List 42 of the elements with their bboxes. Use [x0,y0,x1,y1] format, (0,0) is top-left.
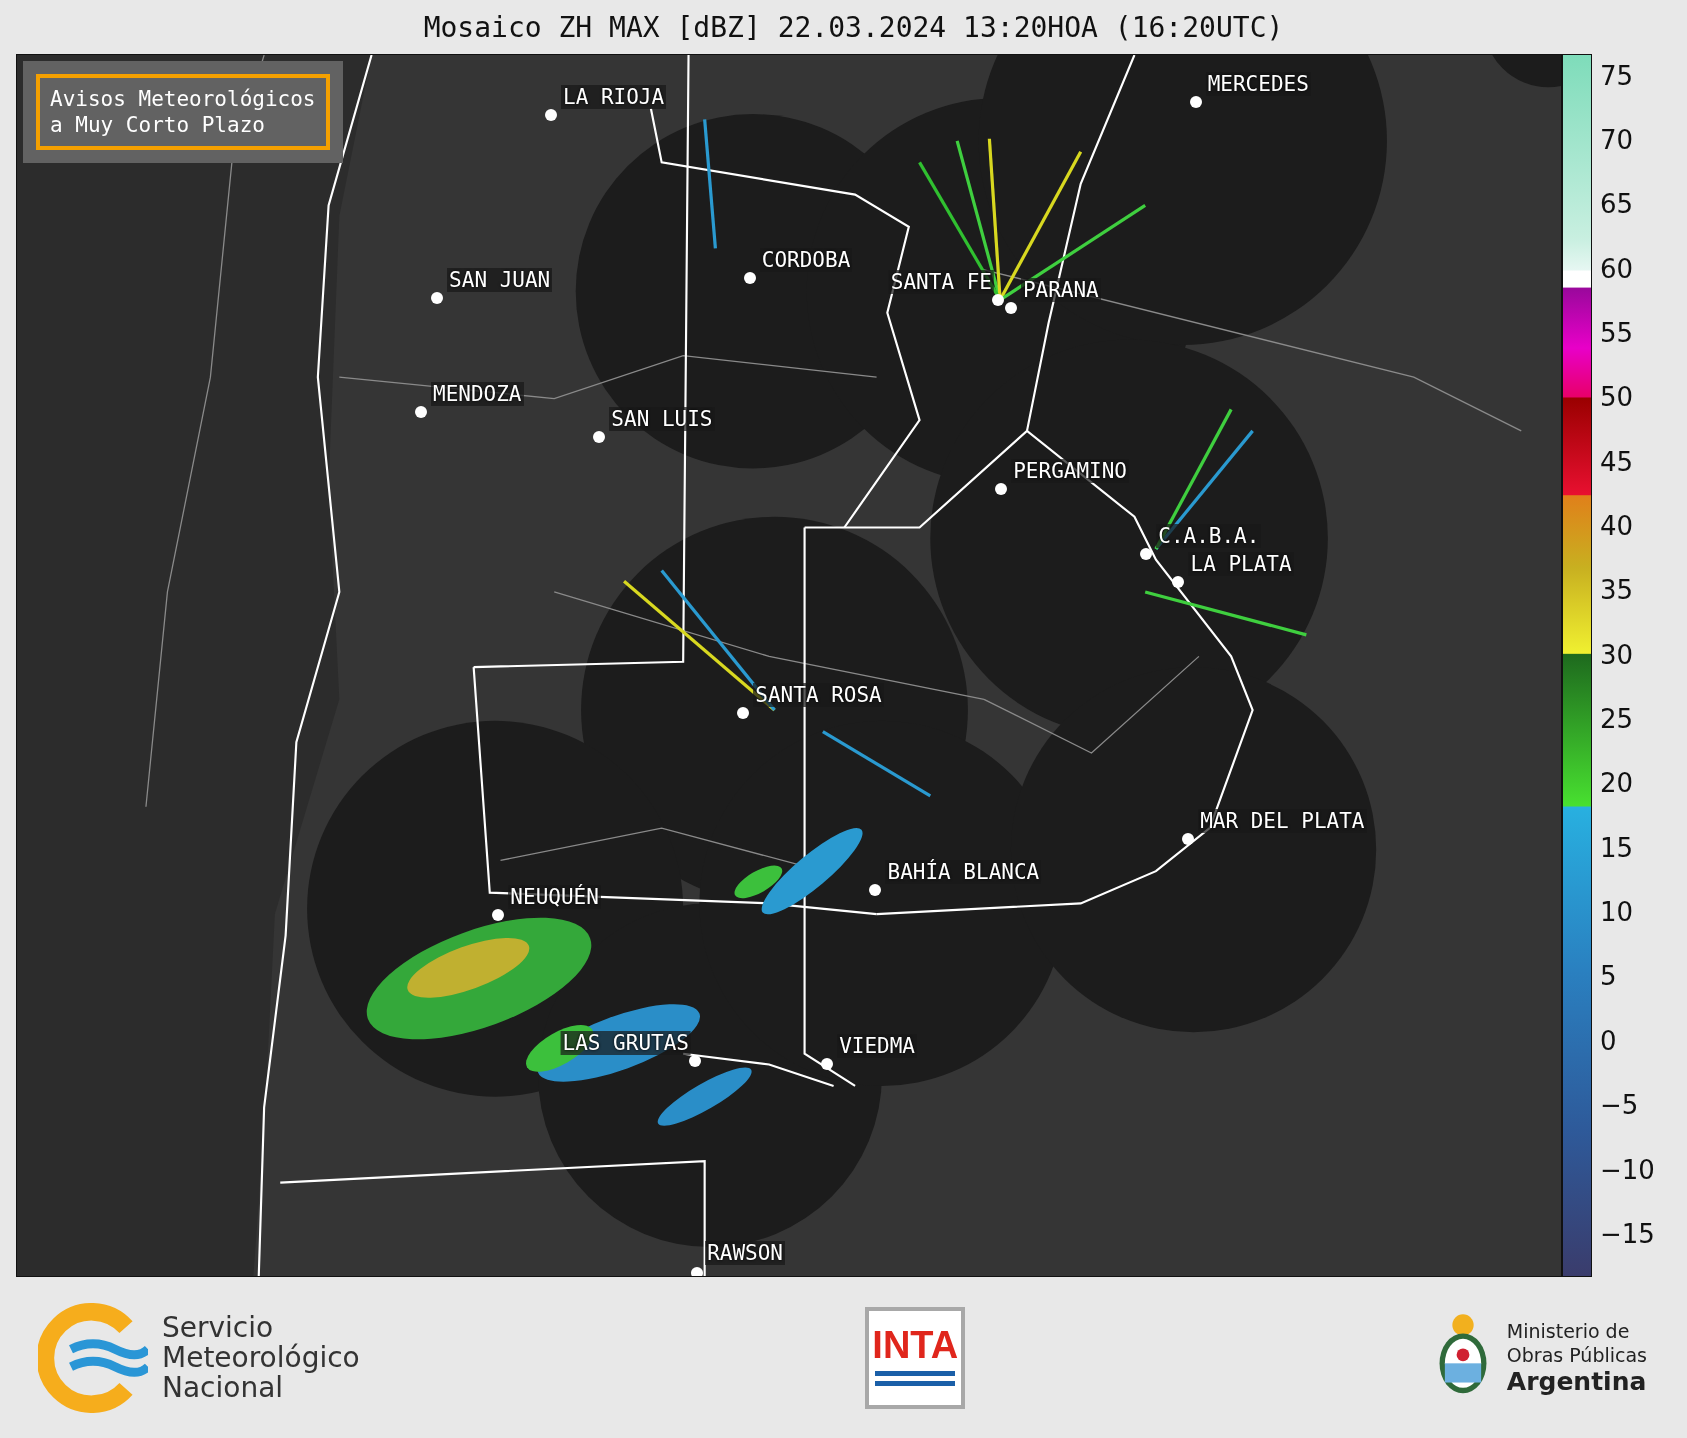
city-label: SANTA FE [888,269,994,294]
scale-tick-label: 20 [1600,768,1634,799]
city-label: MAR DEL PLATA [1198,808,1367,833]
notice-box[interactable]: Avisos Meteorológicos a Muy Corto Plazo [36,74,330,150]
scale-tick-label: 15 [1600,832,1634,863]
inta-logo-text: INTA [872,1324,959,1365]
scale-tick-label: 75 [1600,60,1634,91]
city-label: LA RIOJA [561,85,667,110]
agency-name-text: Nacional [162,1372,284,1403]
scale-tick-label: 50 [1600,382,1634,413]
agency-name-text: Servicio [162,1312,274,1343]
scale-tick-label: 55 [1600,317,1634,348]
scale-tick-label: −5 [1600,1090,1639,1121]
scale-tick-label: 35 [1600,575,1634,606]
city-label: SANTA ROSA [753,683,884,708]
city-label: LAS GRUTAS [560,1031,691,1056]
scale-tick-label: 45 [1600,446,1634,477]
city-label: NEUQUÉN [508,885,601,910]
notice-text: Avisos Meteorológicos [50,86,316,112]
ministry-name-text: Ministerio de [1506,1318,1631,1343]
agency-name-text: Meteorológico [162,1342,360,1373]
city-label: PARANA [1020,278,1101,303]
notice-text: a Muy Corto Plazo [50,112,266,138]
scale-tick-label: 70 [1600,124,1634,155]
city-label: MENDOZA [431,381,524,406]
ministry-name-text: Obras Públicas [1506,1342,1647,1367]
scale-tick-label: 40 [1600,511,1634,541]
city-label: RAWSON [705,1240,785,1265]
ministry-name-text: Argentina [1506,1366,1647,1397]
scale-tick-label: 65 [1600,189,1634,220]
chart-title: Mosaico ZH MAX [dBZ] 22.03.2024 13:20HOA (16:20UTC) [422,9,1285,46]
scale-tick-label: 5 [1600,961,1617,992]
scale-tick-label: −10 [1600,1154,1655,1185]
scale-tick-label: 30 [1600,639,1634,670]
scale-tick-label: 10 [1600,897,1634,928]
city-dot [691,1266,704,1276]
scale-tick-label: −15 [1600,1218,1655,1249]
scale-tick-label: 0 [1600,1025,1617,1056]
city-label: SAN JUAN [447,267,553,292]
smn-logo-icon [38,1302,148,1413]
scale-tick-label: 60 [1600,253,1634,284]
scale-tick-label: 25 [1600,704,1634,735]
